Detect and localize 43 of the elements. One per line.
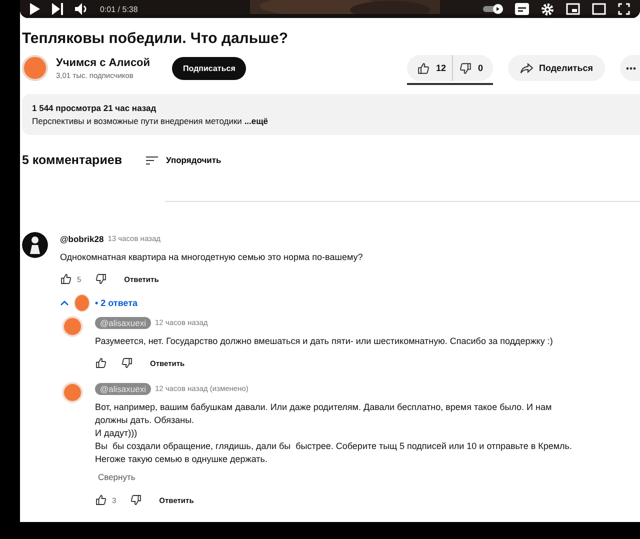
like-count[interactable]: 12 <box>436 63 446 73</box>
dislike-icon[interactable] <box>130 494 142 506</box>
dislike-icon[interactable] <box>121 357 133 370</box>
volume-icon[interactable] <box>75 3 88 15</box>
user-avatar <box>74 294 90 312</box>
comment-text: Разумеется, нет. Государство должно вмешаться и дать пяти- или шестикомнатную. Спасибо за поддержку :) <box>95 335 554 348</box>
more-button[interactable] <box>620 55 640 81</box>
description-text: Перспективы и возможные пути внедрения методики <box>32 116 242 126</box>
dislike-count[interactable]: 0 <box>478 63 483 73</box>
time-display: 0:01 / 5:38 <box>100 4 138 14</box>
video-title: Тепляковы победили. Что дальше? <box>22 30 290 47</box>
replies-toggle[interactable]: • 2 ответа <box>60 294 138 312</box>
like-icon[interactable] <box>95 357 107 370</box>
channel-name[interactable]: Учимся с Алисой <box>56 56 150 68</box>
dislike-icon[interactable] <box>95 273 108 286</box>
miniplayer-icon[interactable] <box>566 3 580 15</box>
share-icon <box>520 62 533 74</box>
subscribe-button[interactable]: Подписаться <box>172 56 246 80</box>
like-icon[interactable] <box>95 494 107 506</box>
sort-icon <box>146 156 158 164</box>
user-avatar[interactable] <box>22 232 48 258</box>
comment-text: Вот, например, вашим бабушкам давали. Или даже родителям. Давали бесплатно, время такое было. И нам должны дать. Обязаны. И дадут))) Вы бы создали обращение, глядишь, дали бы быстрее. Соберите тыщ 5 подписей или 10 и отправьте в Кремль. Негоже такую семью в однушке держать. <box>95 401 573 466</box>
chevron-up-icon <box>60 300 69 306</box>
sort-button[interactable]: Упорядочить <box>146 155 222 165</box>
fullscreen-icon[interactable] <box>618 3 630 15</box>
collapse-link[interactable]: Свернуть <box>95 472 136 482</box>
comment-count: 5 комментариев <box>22 153 122 167</box>
play-icon[interactable] <box>30 3 40 15</box>
subtitles-icon[interactable] <box>515 3 529 15</box>
theater-icon[interactable] <box>592 3 606 15</box>
autoplay-toggle[interactable] <box>483 4 503 14</box>
dislike-icon[interactable] <box>458 62 472 74</box>
next-icon[interactable] <box>52 3 63 15</box>
more-link[interactable]: ...ещё <box>244 116 268 126</box>
more-icon <box>626 66 636 70</box>
comment-text: Однокомнатная квартира на многодетную семью это норма по-вашему? <box>60 251 364 264</box>
like-icon[interactable] <box>60 273 72 286</box>
channel-avatar[interactable] <box>22 55 48 81</box>
settings-icon[interactable] <box>541 2 554 16</box>
like-icon[interactable] <box>416 62 430 74</box>
view-stats: 1 544 просмотра 21 час назад <box>32 103 158 113</box>
share-button[interactable]: Поделиться <box>508 55 605 81</box>
comment-author[interactable]: @bobrik28 <box>60 234 104 244</box>
